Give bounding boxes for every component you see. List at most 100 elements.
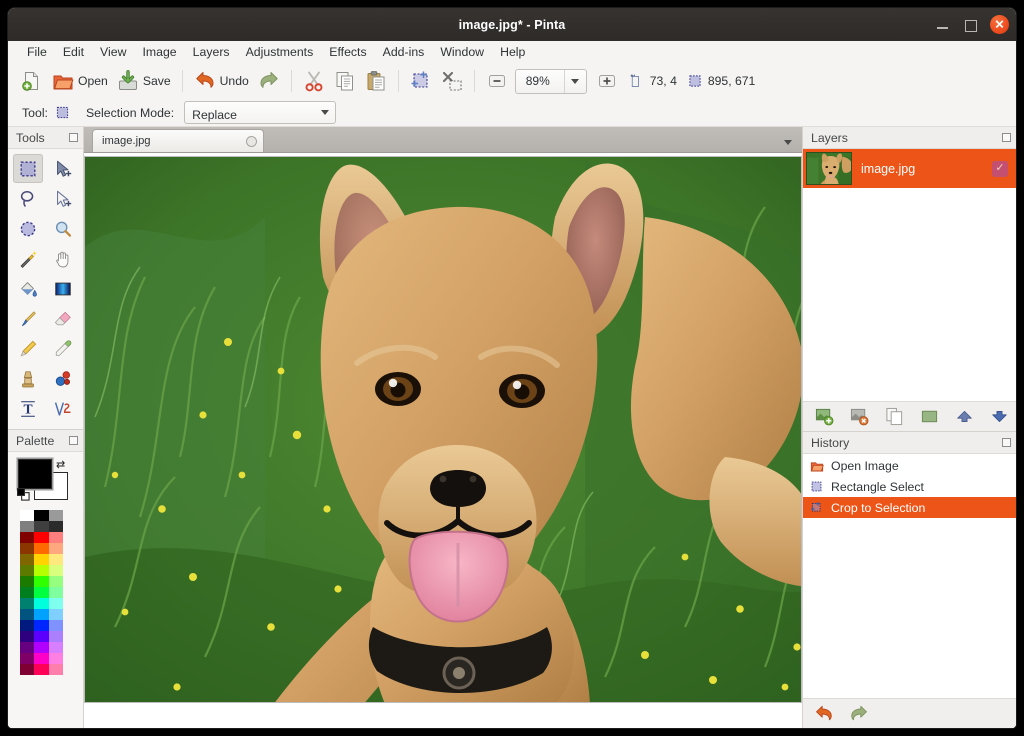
- menu-addins[interactable]: Add-ins: [375, 43, 433, 61]
- history-undo-button[interactable]: [813, 703, 835, 725]
- palette-swatch[interactable]: [20, 510, 35, 521]
- new-file-button[interactable]: [17, 66, 47, 96]
- palette-swatch[interactable]: [48, 664, 63, 675]
- palette-swatch[interactable]: [48, 532, 63, 543]
- save-button[interactable]: Save: [113, 66, 175, 96]
- palette-swatch[interactable]: [34, 653, 49, 664]
- palette-swatch[interactable]: [20, 609, 35, 620]
- palette-swatch[interactable]: [20, 554, 35, 565]
- palette-swatch[interactable]: [48, 609, 63, 620]
- undo-button[interactable]: Undo: [190, 66, 253, 96]
- palette-swatch[interactable]: [20, 532, 35, 543]
- palette-swatch[interactable]: [48, 510, 63, 521]
- palette-swatch[interactable]: [20, 664, 35, 675]
- palette-swatch[interactable]: [20, 576, 35, 587]
- tool-line-curve[interactable]: [48, 394, 78, 423]
- color-palette-grid[interactable]: [20, 510, 63, 675]
- menu-file[interactable]: File: [19, 43, 55, 61]
- open-button[interactable]: Open: [48, 66, 112, 96]
- zoom-level-combobox[interactable]: 89%: [514, 68, 587, 94]
- tool-magic-wand[interactable]: [13, 244, 43, 273]
- menu-effects[interactable]: Effects: [321, 43, 374, 61]
- tool-gradient[interactable]: [48, 274, 78, 303]
- tool-pan[interactable]: [48, 244, 78, 273]
- title-bar[interactable]: image.jpg* - Pinta ✕: [8, 8, 1016, 41]
- duplicate-layer-button[interactable]: [883, 406, 905, 428]
- palette-swatch[interactable]: [20, 543, 35, 554]
- move-layer-down-button[interactable]: [988, 406, 1010, 428]
- selection-mode-combobox[interactable]: Replace: [184, 101, 337, 124]
- tab-list-chevron-icon[interactable]: [784, 140, 792, 145]
- zoom-in-button[interactable]: [592, 66, 622, 96]
- palette-swatch[interactable]: [20, 631, 35, 642]
- canvas-scroll-area[interactable]: [84, 153, 802, 728]
- tool-rectangle-select[interactable]: [13, 154, 43, 183]
- palette-swatch[interactable]: [34, 587, 49, 598]
- palette-swatch[interactable]: [34, 521, 49, 532]
- menu-help[interactable]: Help: [492, 43, 533, 61]
- palette-swatch[interactable]: [48, 653, 63, 664]
- minimize-button[interactable]: [934, 16, 951, 33]
- palette-swatch[interactable]: [34, 565, 49, 576]
- history-list[interactable]: Open Image Rectangle Select Crop to Sele…: [803, 454, 1016, 698]
- palette-swatch[interactable]: [48, 620, 63, 631]
- menu-image[interactable]: Image: [134, 43, 184, 61]
- tool-text[interactable]: T: [13, 394, 43, 423]
- tools-panel-collapse-icon[interactable]: [69, 133, 78, 142]
- layer-row[interactable]: image.jpg ✓: [803, 149, 1016, 188]
- palette-swatch[interactable]: [48, 565, 63, 576]
- tool-move-selected[interactable]: [48, 154, 78, 183]
- tool-recolor[interactable]: [48, 364, 78, 393]
- delete-layer-button[interactable]: [848, 406, 870, 428]
- tool-color-picker[interactable]: [48, 334, 78, 363]
- cut-button[interactable]: [299, 66, 329, 96]
- zoom-dropdown-arrow[interactable]: [563, 69, 586, 93]
- palette-swatch[interactable]: [34, 510, 49, 521]
- close-button[interactable]: ✕: [990, 15, 1009, 34]
- palette-swatch[interactable]: [34, 609, 49, 620]
- zoom-out-button[interactable]: [482, 66, 512, 96]
- tool-zoom[interactable]: [48, 214, 78, 243]
- palette-swatch[interactable]: [48, 631, 63, 642]
- history-row-rectangle-select[interactable]: Rectangle Select: [803, 476, 1016, 497]
- palette-swatch[interactable]: [34, 543, 49, 554]
- menu-window[interactable]: Window: [432, 43, 492, 61]
- palette-swatch[interactable]: [20, 642, 35, 653]
- tool-move-selection[interactable]: [48, 184, 78, 213]
- menu-edit[interactable]: Edit: [55, 43, 92, 61]
- tool-pencil[interactable]: [13, 334, 43, 363]
- reset-colors-icon[interactable]: [17, 488, 30, 501]
- move-layer-up-button[interactable]: [953, 406, 975, 428]
- palette-swatch[interactable]: [20, 653, 35, 664]
- history-row-open-image[interactable]: Open Image: [803, 455, 1016, 476]
- tool-clone-stamp[interactable]: [13, 364, 43, 393]
- history-row-crop-to-selection[interactable]: Crop to Selection: [803, 497, 1016, 518]
- palette-swatch[interactable]: [34, 620, 49, 631]
- menu-adjustments[interactable]: Adjustments: [238, 43, 322, 61]
- palette-swatch[interactable]: [34, 664, 49, 675]
- palette-swatch[interactable]: [34, 642, 49, 653]
- selection-mode-dropdown-arrow[interactable]: [315, 110, 335, 115]
- redo-button[interactable]: [254, 66, 284, 96]
- history-redo-button[interactable]: [848, 703, 870, 725]
- image-canvas[interactable]: [84, 156, 802, 703]
- primary-color-swatch[interactable]: [18, 459, 52, 489]
- tool-lasso-select[interactable]: [13, 184, 43, 213]
- tool-paint-bucket[interactable]: [13, 274, 43, 303]
- crop-to-selection-button[interactable]: [406, 66, 436, 96]
- palette-swatch[interactable]: [48, 642, 63, 653]
- palette-swatch[interactable]: [34, 598, 49, 609]
- add-layer-button[interactable]: [813, 406, 835, 428]
- palette-panel-collapse-icon[interactable]: [69, 436, 78, 445]
- layers-list[interactable]: image.jpg ✓: [803, 149, 1016, 401]
- menu-view[interactable]: View: [92, 43, 134, 61]
- maximize-button[interactable]: [962, 16, 979, 33]
- layer-visibility-checkbox[interactable]: ✓: [992, 160, 1008, 177]
- palette-swatch[interactable]: [34, 554, 49, 565]
- palette-swatch[interactable]: [20, 521, 35, 532]
- palette-swatch[interactable]: [48, 598, 63, 609]
- palette-swatch[interactable]: [34, 631, 49, 642]
- history-panel-collapse-icon[interactable]: [1002, 438, 1011, 447]
- document-tab-image-jpg[interactable]: image.jpg: [92, 129, 264, 152]
- palette-swatch[interactable]: [20, 598, 35, 609]
